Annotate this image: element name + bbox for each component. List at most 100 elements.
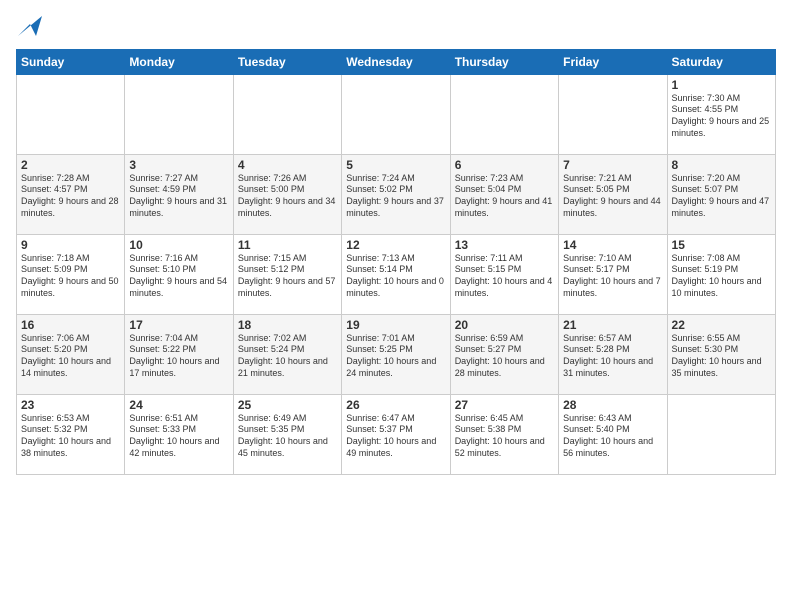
day-number: 18 xyxy=(238,318,337,332)
column-header-sunday: Sunday xyxy=(17,49,125,74)
day-number: 1 xyxy=(672,78,771,92)
day-number: 6 xyxy=(455,158,554,172)
day-info: Sunrise: 7:20 AM Sunset: 5:07 PM Dayligh… xyxy=(672,173,771,220)
day-number: 9 xyxy=(21,238,120,252)
calendar-cell: 1Sunrise: 7:30 AM Sunset: 4:55 PM Daylig… xyxy=(667,74,775,154)
day-info: Sunrise: 6:53 AM Sunset: 5:32 PM Dayligh… xyxy=(21,413,120,460)
calendar-cell: 22Sunrise: 6:55 AM Sunset: 5:30 PM Dayli… xyxy=(667,314,775,394)
calendar-cell xyxy=(559,74,667,154)
calendar-cell xyxy=(17,74,125,154)
logo-bird-icon xyxy=(18,16,42,36)
calendar-cell: 8Sunrise: 7:20 AM Sunset: 5:07 PM Daylig… xyxy=(667,154,775,234)
day-info: Sunrise: 6:57 AM Sunset: 5:28 PM Dayligh… xyxy=(563,333,662,380)
logo-text xyxy=(16,16,42,41)
day-number: 25 xyxy=(238,398,337,412)
day-number: 28 xyxy=(563,398,662,412)
column-header-saturday: Saturday xyxy=(667,49,775,74)
calendar-cell: 26Sunrise: 6:47 AM Sunset: 5:37 PM Dayli… xyxy=(342,394,450,474)
day-info: Sunrise: 7:13 AM Sunset: 5:14 PM Dayligh… xyxy=(346,253,445,300)
day-info: Sunrise: 7:24 AM Sunset: 5:02 PM Dayligh… xyxy=(346,173,445,220)
calendar-cell: 3Sunrise: 7:27 AM Sunset: 4:59 PM Daylig… xyxy=(125,154,233,234)
day-number: 27 xyxy=(455,398,554,412)
day-info: Sunrise: 7:18 AM Sunset: 5:09 PM Dayligh… xyxy=(21,253,120,300)
calendar-week-row: 1Sunrise: 7:30 AM Sunset: 4:55 PM Daylig… xyxy=(17,74,776,154)
calendar-cell: 25Sunrise: 6:49 AM Sunset: 5:35 PM Dayli… xyxy=(233,394,341,474)
calendar-cell: 2Sunrise: 7:28 AM Sunset: 4:57 PM Daylig… xyxy=(17,154,125,234)
day-number: 5 xyxy=(346,158,445,172)
day-info: Sunrise: 6:45 AM Sunset: 5:38 PM Dayligh… xyxy=(455,413,554,460)
calendar-cell: 24Sunrise: 6:51 AM Sunset: 5:33 PM Dayli… xyxy=(125,394,233,474)
day-info: Sunrise: 7:04 AM Sunset: 5:22 PM Dayligh… xyxy=(129,333,228,380)
calendar-cell: 13Sunrise: 7:11 AM Sunset: 5:15 PM Dayli… xyxy=(450,234,558,314)
day-number: 17 xyxy=(129,318,228,332)
logo xyxy=(16,16,42,41)
day-number: 24 xyxy=(129,398,228,412)
calendar-cell: 19Sunrise: 7:01 AM Sunset: 5:25 PM Dayli… xyxy=(342,314,450,394)
day-number: 11 xyxy=(238,238,337,252)
calendar-cell: 28Sunrise: 6:43 AM Sunset: 5:40 PM Dayli… xyxy=(559,394,667,474)
day-info: Sunrise: 7:11 AM Sunset: 5:15 PM Dayligh… xyxy=(455,253,554,300)
day-number: 15 xyxy=(672,238,771,252)
day-info: Sunrise: 6:59 AM Sunset: 5:27 PM Dayligh… xyxy=(455,333,554,380)
calendar-cell: 15Sunrise: 7:08 AM Sunset: 5:19 PM Dayli… xyxy=(667,234,775,314)
calendar-cell: 9Sunrise: 7:18 AM Sunset: 5:09 PM Daylig… xyxy=(17,234,125,314)
day-info: Sunrise: 7:23 AM Sunset: 5:04 PM Dayligh… xyxy=(455,173,554,220)
calendar-week-row: 16Sunrise: 7:06 AM Sunset: 5:20 PM Dayli… xyxy=(17,314,776,394)
day-number: 16 xyxy=(21,318,120,332)
day-number: 10 xyxy=(129,238,228,252)
day-info: Sunrise: 7:26 AM Sunset: 5:00 PM Dayligh… xyxy=(238,173,337,220)
calendar-cell: 7Sunrise: 7:21 AM Sunset: 5:05 PM Daylig… xyxy=(559,154,667,234)
day-number: 26 xyxy=(346,398,445,412)
day-info: Sunrise: 7:08 AM Sunset: 5:19 PM Dayligh… xyxy=(672,253,771,300)
calendar-cell xyxy=(342,74,450,154)
calendar-week-row: 9Sunrise: 7:18 AM Sunset: 5:09 PM Daylig… xyxy=(17,234,776,314)
day-info: Sunrise: 7:16 AM Sunset: 5:10 PM Dayligh… xyxy=(129,253,228,300)
calendar-cell xyxy=(233,74,341,154)
day-number: 12 xyxy=(346,238,445,252)
column-header-friday: Friday xyxy=(559,49,667,74)
calendar-cell: 10Sunrise: 7:16 AM Sunset: 5:10 PM Dayli… xyxy=(125,234,233,314)
calendar-cell: 17Sunrise: 7:04 AM Sunset: 5:22 PM Dayli… xyxy=(125,314,233,394)
calendar-cell: 20Sunrise: 6:59 AM Sunset: 5:27 PM Dayli… xyxy=(450,314,558,394)
day-number: 21 xyxy=(563,318,662,332)
calendar-cell: 6Sunrise: 7:23 AM Sunset: 5:04 PM Daylig… xyxy=(450,154,558,234)
calendar-cell: 11Sunrise: 7:15 AM Sunset: 5:12 PM Dayli… xyxy=(233,234,341,314)
day-number: 20 xyxy=(455,318,554,332)
day-info: Sunrise: 7:28 AM Sunset: 4:57 PM Dayligh… xyxy=(21,173,120,220)
calendar-cell: 21Sunrise: 6:57 AM Sunset: 5:28 PM Dayli… xyxy=(559,314,667,394)
day-number: 8 xyxy=(672,158,771,172)
column-header-tuesday: Tuesday xyxy=(233,49,341,74)
column-header-wednesday: Wednesday xyxy=(342,49,450,74)
day-info: Sunrise: 7:21 AM Sunset: 5:05 PM Dayligh… xyxy=(563,173,662,220)
calendar-cell: 5Sunrise: 7:24 AM Sunset: 5:02 PM Daylig… xyxy=(342,154,450,234)
day-number: 22 xyxy=(672,318,771,332)
day-number: 3 xyxy=(129,158,228,172)
day-info: Sunrise: 7:30 AM Sunset: 4:55 PM Dayligh… xyxy=(672,93,771,140)
day-info: Sunrise: 7:10 AM Sunset: 5:17 PM Dayligh… xyxy=(563,253,662,300)
day-info: Sunrise: 6:49 AM Sunset: 5:35 PM Dayligh… xyxy=(238,413,337,460)
day-info: Sunrise: 6:55 AM Sunset: 5:30 PM Dayligh… xyxy=(672,333,771,380)
calendar-cell xyxy=(450,74,558,154)
day-info: Sunrise: 7:15 AM Sunset: 5:12 PM Dayligh… xyxy=(238,253,337,300)
day-number: 14 xyxy=(563,238,662,252)
column-header-monday: Monday xyxy=(125,49,233,74)
column-header-thursday: Thursday xyxy=(450,49,558,74)
day-info: Sunrise: 7:02 AM Sunset: 5:24 PM Dayligh… xyxy=(238,333,337,380)
calendar-header-row: SundayMondayTuesdayWednesdayThursdayFrid… xyxy=(17,49,776,74)
calendar-week-row: 2Sunrise: 7:28 AM Sunset: 4:57 PM Daylig… xyxy=(17,154,776,234)
day-number: 4 xyxy=(238,158,337,172)
day-number: 13 xyxy=(455,238,554,252)
day-number: 23 xyxy=(21,398,120,412)
calendar-cell: 27Sunrise: 6:45 AM Sunset: 5:38 PM Dayli… xyxy=(450,394,558,474)
calendar-cell: 4Sunrise: 7:26 AM Sunset: 5:00 PM Daylig… xyxy=(233,154,341,234)
day-number: 7 xyxy=(563,158,662,172)
page-header xyxy=(16,16,776,41)
day-info: Sunrise: 7:27 AM Sunset: 4:59 PM Dayligh… xyxy=(129,173,228,220)
calendar-cell xyxy=(667,394,775,474)
calendar-cell: 12Sunrise: 7:13 AM Sunset: 5:14 PM Dayli… xyxy=(342,234,450,314)
calendar-cell: 16Sunrise: 7:06 AM Sunset: 5:20 PM Dayli… xyxy=(17,314,125,394)
day-info: Sunrise: 6:51 AM Sunset: 5:33 PM Dayligh… xyxy=(129,413,228,460)
calendar-week-row: 23Sunrise: 6:53 AM Sunset: 5:32 PM Dayli… xyxy=(17,394,776,474)
calendar-cell: 23Sunrise: 6:53 AM Sunset: 5:32 PM Dayli… xyxy=(17,394,125,474)
day-info: Sunrise: 7:01 AM Sunset: 5:25 PM Dayligh… xyxy=(346,333,445,380)
